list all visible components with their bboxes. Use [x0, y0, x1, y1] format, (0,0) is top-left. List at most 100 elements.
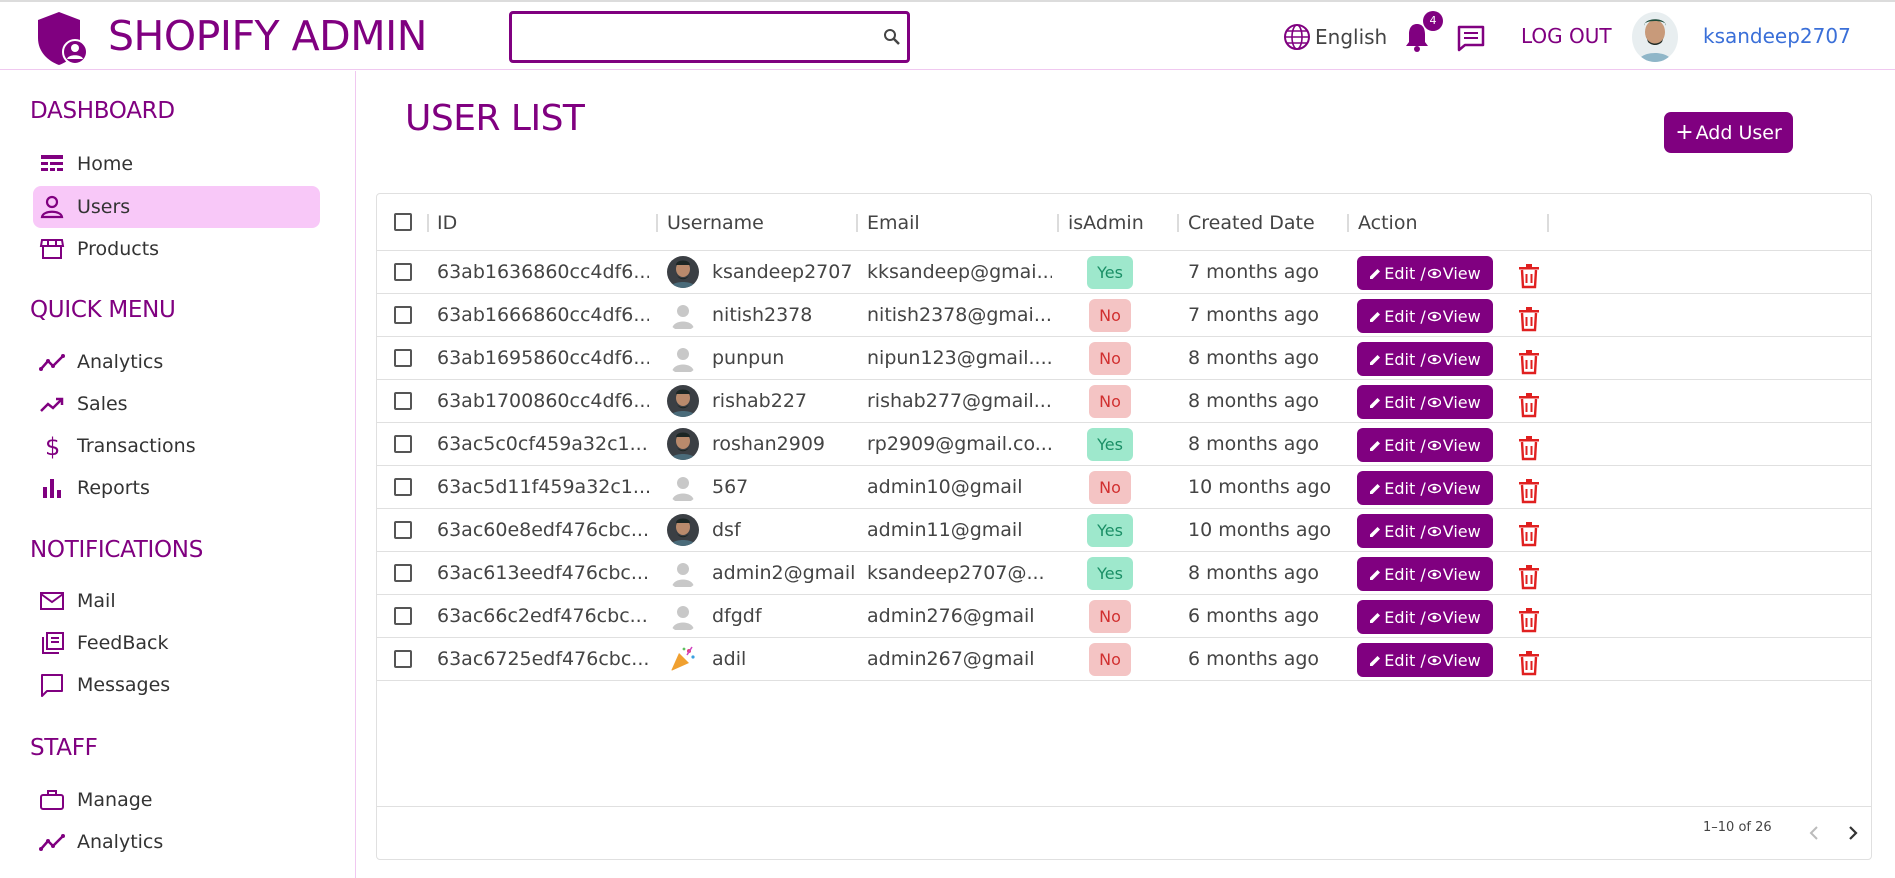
sidebar-item-home[interactable]: Home	[33, 143, 320, 185]
table-row[interactable]: 63ac60e8edf476cbc... dsf admin11@gmail Yes 1…	[377, 509, 1871, 552]
pencil-icon	[1370, 268, 1381, 279]
column-header-action[interactable]: Action	[1358, 212, 1418, 234]
search-input[interactable]	[520, 14, 860, 58]
delete-icon[interactable]	[1517, 478, 1541, 504]
table-row[interactable]: 63ab1666860cc4df6... nitish2378 nitish2378…	[377, 294, 1871, 337]
eye-icon	[1427, 440, 1441, 450]
logout-button[interactable]: LOG OUT	[1521, 24, 1612, 48]
user-id: 63ac6725edf476cbc...	[437, 648, 649, 670]
column-header-username[interactable]: Username	[667, 212, 764, 234]
edit-view-button[interactable]: Edit / View	[1357, 557, 1493, 591]
sidebar-item-transactions[interactable]: $ Transactions	[33, 425, 320, 467]
user-table: ID Username Email isAdmin Created Date A…	[376, 193, 1872, 860]
user-id: 63ab1700860cc4df6...	[437, 390, 649, 412]
row-checkbox[interactable]	[394, 521, 412, 539]
edit-view-button[interactable]: Edit / View	[1357, 643, 1493, 677]
table-row[interactable]: 63ac66c2edf476cbc... dfgdf admin276@gmail N…	[377, 595, 1871, 638]
view-label: View	[1442, 306, 1481, 326]
row-checkbox[interactable]	[394, 564, 412, 582]
row-checkbox[interactable]	[394, 607, 412, 625]
eye-icon	[1427, 354, 1441, 364]
chevron-right-icon[interactable]	[1843, 823, 1863, 843]
delete-icon[interactable]	[1517, 435, 1541, 461]
sidebar-item-analytics[interactable]: Analytics	[33, 341, 320, 383]
table-row[interactable]: 63ac613eedf476cbc... admin2@gmail ksandeep…	[377, 552, 1871, 595]
sidebar-item-manage[interactable]: Manage	[33, 779, 320, 821]
sidebar-item-staff-analytics[interactable]: Analytics	[33, 821, 320, 863]
user-id: 63ac66c2edf476cbc...	[437, 605, 648, 627]
edit-view-button[interactable]: Edit / View	[1357, 428, 1493, 462]
plus-icon: +	[1675, 120, 1694, 145]
edit-label: Edit /	[1384, 564, 1426, 584]
table-row[interactable]: 63ac5c0cf459a32c1... roshan2909 rp2909@gma…	[377, 423, 1871, 466]
username: rishab227	[712, 390, 807, 412]
column-header-created-date[interactable]: Created Date	[1188, 212, 1315, 234]
table-row[interactable]: 63ac5d11f459a32c1... 567 admin10@gmail No 10…	[377, 466, 1871, 509]
eye-icon	[1427, 526, 1441, 536]
sidebar-item-messages[interactable]: Messages	[33, 664, 320, 706]
sidebar-item-label: Products	[77, 238, 160, 260]
edit-view-button[interactable]: Edit / View	[1357, 256, 1493, 290]
avatar	[667, 428, 699, 460]
sidebar-item-label: Manage	[77, 789, 153, 811]
username: ksandeep2707	[712, 261, 853, 283]
sidebar-item-sales[interactable]: Sales	[33, 383, 320, 425]
eye-icon	[1427, 397, 1441, 407]
pencil-icon	[1370, 655, 1381, 666]
sidebar-item-feedback[interactable]: FeedBack	[33, 622, 320, 664]
sidebar-item-mail[interactable]: Mail	[33, 580, 320, 622]
row-checkbox[interactable]	[394, 435, 412, 453]
created-date: 8 months ago	[1188, 347, 1320, 369]
column-header-id[interactable]: ID	[437, 212, 457, 234]
table-row[interactable]: 63ab1695860cc4df6... punpun nipun123@gmail…	[377, 337, 1871, 380]
search-box[interactable]	[509, 11, 910, 63]
avatar[interactable]	[1632, 12, 1678, 62]
delete-icon[interactable]	[1517, 306, 1541, 332]
library-icon	[42, 632, 64, 654]
edit-view-button[interactable]: Edit / View	[1357, 385, 1493, 419]
admin-status-badge: No	[1089, 471, 1131, 504]
eye-icon	[1427, 268, 1441, 278]
edit-view-button[interactable]: Edit / View	[1357, 342, 1493, 376]
sidebar-item-users[interactable]: Users	[33, 186, 320, 228]
view-label: View	[1442, 349, 1481, 369]
table-row[interactable]: 63ab1636860cc4df6... ksandeep2707 kksandee…	[377, 251, 1871, 294]
user-id: 63ab1695860cc4df6...	[437, 347, 649, 369]
table-row[interactable]: 63ab1700860cc4df6... rishab227 rishab277@g…	[377, 380, 1871, 423]
chat-icon[interactable]	[1456, 24, 1486, 52]
row-checkbox[interactable]	[394, 263, 412, 281]
edit-view-button[interactable]: Edit / View	[1357, 514, 1493, 548]
edit-view-button[interactable]: Edit / View	[1357, 299, 1493, 333]
row-checkbox[interactable]	[394, 306, 412, 324]
username-link[interactable]: ksandeep2707	[1703, 24, 1851, 48]
search-icon[interactable]	[883, 28, 901, 46]
row-checkbox[interactable]	[394, 349, 412, 367]
column-header-isadmin[interactable]: isAdmin	[1068, 212, 1144, 234]
admin-status-badge: No	[1089, 342, 1131, 375]
delete-icon[interactable]	[1517, 349, 1541, 375]
delete-icon[interactable]	[1517, 521, 1541, 547]
edit-view-button[interactable]: Edit / View	[1357, 471, 1493, 505]
add-user-button[interactable]: + Add User	[1664, 112, 1793, 153]
language-selector[interactable]: English	[1283, 22, 1387, 52]
trending-up-icon	[40, 397, 64, 412]
delete-icon[interactable]	[1517, 263, 1541, 289]
edit-view-button[interactable]: Edit / View	[1357, 600, 1493, 634]
chevron-left-icon[interactable]	[1804, 823, 1824, 843]
briefcase-icon	[40, 790, 64, 810]
delete-icon[interactable]	[1517, 392, 1541, 418]
row-checkbox[interactable]	[394, 478, 412, 496]
table-row[interactable]: 63ac6725edf476cbc... adil admin267@gmail No…	[377, 638, 1871, 681]
row-checkbox[interactable]	[394, 392, 412, 410]
sidebar-item-reports[interactable]: Reports	[33, 467, 320, 509]
row-checkbox[interactable]	[394, 650, 412, 668]
select-all-checkbox[interactable]	[394, 213, 412, 231]
delete-icon[interactable]	[1517, 650, 1541, 676]
sidebar-item-label: Mail	[77, 590, 116, 612]
delete-icon[interactable]	[1517, 607, 1541, 633]
pencil-icon	[1370, 526, 1381, 537]
delete-icon[interactable]	[1517, 564, 1541, 590]
sidebar-item-products[interactable]: Products	[33, 228, 320, 270]
column-header-email[interactable]: Email	[867, 212, 920, 234]
view-label: View	[1442, 478, 1481, 498]
